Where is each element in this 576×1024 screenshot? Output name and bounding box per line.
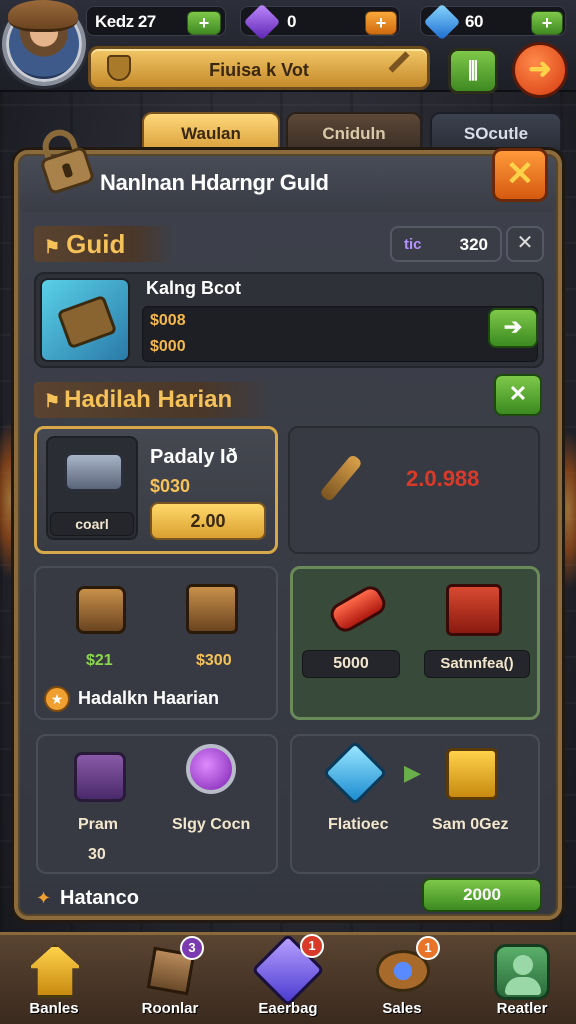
- card5-label2: Slgy Cocn: [172, 816, 251, 833]
- hammer-chest-icon: [76, 586, 126, 634]
- card3-footer: Hadalkn Haarian: [78, 688, 220, 708]
- tab-cniduln[interactable]: Cniduln: [286, 112, 422, 152]
- add-level-button[interactable]: +: [187, 11, 221, 35]
- nav-item-banles[interactable]: Banles: [6, 940, 102, 1024]
- close-icon: ✕: [505, 155, 535, 193]
- next-arrow-button[interactable]: ➜: [512, 42, 568, 98]
- card3-val1: $21: [86, 652, 113, 669]
- card1-buy-button[interactable]: 2.00: [150, 502, 266, 540]
- card2-value: 2.0.988: [406, 466, 480, 491]
- footer-value-button[interactable]: 2000: [422, 878, 542, 912]
- star-small-icon: ✦: [36, 888, 52, 908]
- card5-label1: Pram: [78, 816, 119, 833]
- tab-waulan[interactable]: Waulan: [142, 112, 280, 152]
- blue-gem-count: 60: [465, 12, 483, 31]
- arrow-icon: ➔: [503, 314, 523, 339]
- nav-item-roonlar[interactable]: 3 Roonlar: [122, 936, 218, 1024]
- gold-box-icon: [446, 748, 498, 800]
- guild-item-title: Kalng Bcot: [146, 278, 242, 298]
- guild-item-values: [142, 306, 538, 362]
- panel-header: Nanlnan Hdarngr Guld: [20, 156, 556, 212]
- blue-gem-icon: [423, 3, 461, 41]
- close-icon: ✕: [516, 232, 534, 254]
- blue-gem-stat: 60 +: [420, 3, 566, 41]
- star-icon: ★: [44, 686, 70, 712]
- card1-tag: coarl: [50, 512, 134, 536]
- guild-pill-tag: tic: [404, 236, 422, 253]
- nav-label-reatler: Reatler: [496, 1000, 548, 1017]
- nav-label-banles: Banles: [29, 1000, 79, 1017]
- daily-section-label: ⚑ Hadilah Harian: [34, 382, 274, 418]
- guild-section-label: ⚑ Guid: [34, 226, 174, 262]
- tab-socutle[interactable]: SOcutle: [430, 112, 562, 152]
- treasure-chest-icon: [446, 584, 502, 636]
- guild-item-line1: $008: [150, 312, 186, 329]
- daily-close-button[interactable]: ✕: [494, 374, 542, 416]
- flag-icon: ⚑: [44, 237, 61, 257]
- top-bar: Kedz 27 + 0 + 60 + Fiuisa k Vot ⫼ ➜: [0, 0, 576, 98]
- guild-item-claim-button[interactable]: ➔: [488, 308, 538, 348]
- guild-pill: tic 320: [390, 226, 502, 262]
- daily-card-5[interactable]: [36, 734, 278, 874]
- card4-val2: Satnnfea(): [424, 650, 530, 678]
- flag-icon: ⚑: [44, 391, 61, 411]
- nav-badge-roonlar: 3: [180, 936, 204, 960]
- card6-label1: Flatioec: [328, 816, 389, 833]
- nav-item-sales[interactable]: 1 Sales: [354, 936, 450, 1024]
- nav-item-eaerbag[interactable]: 1 Eaerbag: [240, 933, 336, 1024]
- nav-label-sales: Sales: [382, 1000, 422, 1017]
- arrow-right-icon: ▶: [404, 760, 421, 785]
- guild-item-icon-box: [40, 278, 130, 362]
- guild-pill-close-button[interactable]: ✕: [506, 226, 544, 262]
- purple-chest-icon: [74, 752, 126, 802]
- nav-badge-sales: 1: [416, 936, 440, 960]
- chest-icon: [56, 294, 118, 350]
- bars-icon: ⫼: [467, 58, 479, 83]
- card4-val1: 5000: [302, 650, 400, 678]
- box-icon: [186, 584, 238, 634]
- purple-gem-count: 0: [287, 12, 296, 31]
- guild-pill-value: 320: [459, 235, 488, 254]
- daily-card-4[interactable]: [290, 566, 540, 720]
- nav-label-roonlar: Roonlar: [141, 1000, 199, 1017]
- purple-gem-icon: [243, 3, 281, 41]
- stats-button[interactable]: ⫼: [448, 48, 498, 94]
- profile-icon: [494, 944, 550, 1000]
- card6-label2: Sam 0Gez: [432, 816, 509, 833]
- card1-title: Padaly Ið: [150, 446, 238, 468]
- purple-gem-stat: 0 +: [240, 3, 400, 41]
- guild-item-line2: $000: [150, 338, 186, 355]
- close-panel-button[interactable]: ✕: [492, 148, 548, 202]
- orb-icon: [186, 744, 236, 794]
- title-banner-text: Fiuisa k Vot: [209, 60, 309, 80]
- card1-price: $030: [150, 476, 191, 496]
- cannon-icon: [64, 452, 124, 492]
- card5-value: 30: [88, 846, 106, 863]
- panel-title: Nanlnan Hdarngr Guld: [100, 170, 329, 195]
- nav-badge-eaerbag: 1: [300, 934, 324, 958]
- level-stat: Kedz 27 +: [86, 6, 226, 36]
- add-blue-gem-button[interactable]: +: [531, 11, 563, 35]
- arrow-right-icon: ➜: [528, 53, 552, 84]
- title-banner: Fiuisa k Vot: [88, 46, 430, 90]
- avatar-hat-icon: [8, 0, 78, 32]
- close-icon: ✕: [508, 381, 528, 406]
- daily-card-6[interactable]: [290, 734, 540, 874]
- level-label: Kedz 27: [95, 12, 156, 31]
- card3-val2: $300: [196, 652, 232, 669]
- nav-label-eaerbag: Eaerbag: [258, 1000, 318, 1017]
- home-icon: [28, 944, 82, 998]
- add-purple-gem-button[interactable]: +: [365, 11, 397, 35]
- footer-label: Hatanco: [60, 887, 139, 909]
- nav-item-reatler[interactable]: Reatler: [474, 940, 570, 1024]
